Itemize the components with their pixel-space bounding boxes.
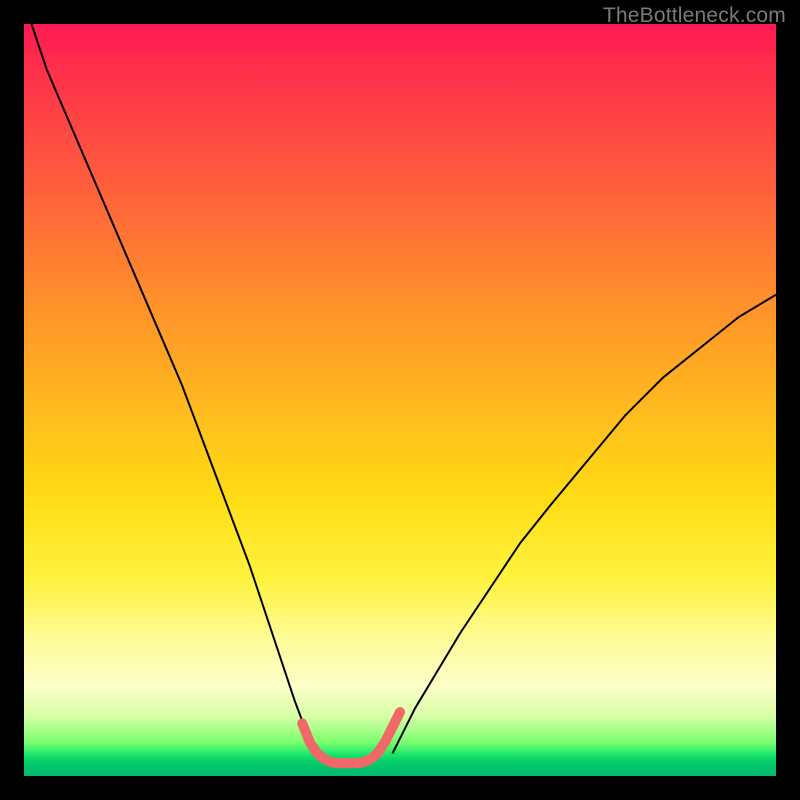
series-bottleneck-curve-right: [392, 295, 776, 754]
series-bottleneck-curve-left: [32, 24, 314, 753]
plot-area: [24, 24, 776, 776]
series-bottleneck-floor-highlight: [302, 712, 400, 763]
chart-frame: TheBottleneck.com: [0, 0, 800, 800]
curve-chart: [24, 24, 776, 776]
watermark-text: TheBottleneck.com: [603, 4, 786, 28]
